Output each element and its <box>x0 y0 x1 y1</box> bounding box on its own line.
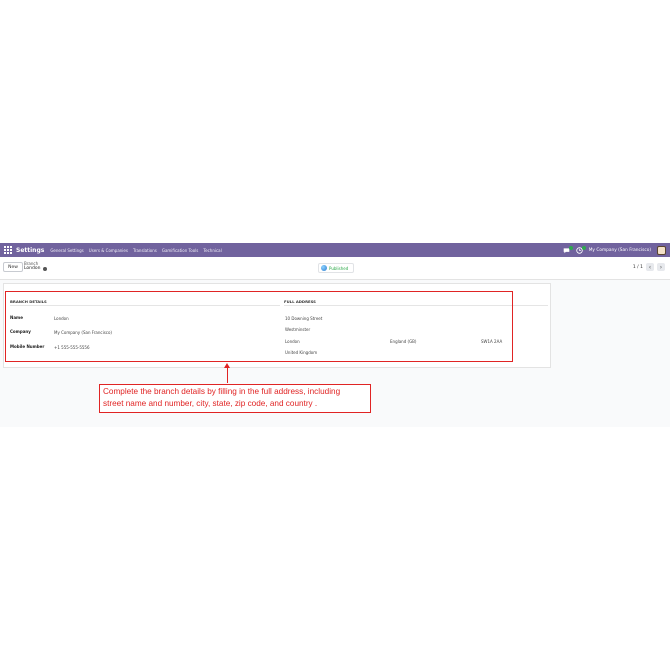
published-label: Published <box>329 265 349 271</box>
control-panel: New Branch London Published 1 / 1 ‹ › <box>0 257 670 280</box>
menu-general-settings[interactable]: General Settings <box>50 248 83 253</box>
published-button[interactable]: Published <box>318 263 354 273</box>
user-avatar[interactable] <box>657 245 666 255</box>
previous-record-button[interactable]: ‹ <box>646 263 654 271</box>
company-switcher[interactable]: My Company (San Francisco) <box>589 248 651 253</box>
new-button[interactable]: New <box>3 262 23 272</box>
arrow-line <box>226 366 228 383</box>
menu-users-companies[interactable]: Users & Companies <box>89 248 128 253</box>
breadcrumb-current: London <box>24 266 41 271</box>
top-navbar: Settings General Settings Users & Compan… <box>0 243 670 257</box>
navbar-systray: My Company (San Francisco) <box>563 243 666 257</box>
chat-icon[interactable] <box>563 245 573 254</box>
apps-grid-icon[interactable] <box>4 246 12 254</box>
pager: 1 / 1 ‹ › <box>633 263 665 271</box>
menu-gamification-tools[interactable]: Gamification Tools <box>162 248 199 253</box>
menu-technical[interactable]: Technical <box>203 248 221 253</box>
app-title[interactable]: Settings <box>16 247 44 254</box>
breadcrumb: Branch London <box>24 261 47 271</box>
gear-icon[interactable] <box>42 266 47 271</box>
activity-clock-icon[interactable] <box>575 245 586 254</box>
annotation-line-2: street name and number, city, state, zip… <box>103 399 318 408</box>
activity-badge <box>581 245 586 250</box>
main-menu: General Settings Users & Companies Trans… <box>50 248 221 253</box>
pager-value[interactable]: 1 / 1 <box>633 265 643 270</box>
annotation-line-1: Complete the branch details by filling i… <box>103 387 341 396</box>
menu-translations[interactable]: Translations <box>133 248 157 253</box>
next-record-button[interactable]: › <box>657 263 665 271</box>
chat-badge <box>568 245 573 250</box>
highlight-box <box>5 291 513 362</box>
globe-icon <box>321 265 327 271</box>
annotation-note: Complete the branch details by filling i… <box>99 384 371 413</box>
